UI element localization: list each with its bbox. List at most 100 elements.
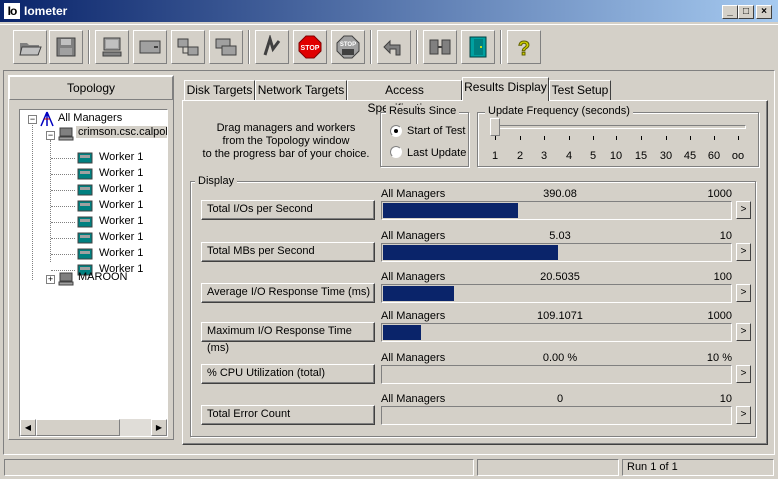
- topology-tree[interactable]: − All Managers − crimson.csc.calpol Work…: [19, 109, 168, 437]
- scroll-left-button[interactable]: ◀: [20, 419, 36, 436]
- result-range-button[interactable]: >: [736, 243, 751, 261]
- worker-disk-icon: [77, 168, 93, 180]
- frequency-tick-label[interactable]: 10: [606, 150, 626, 162]
- result-progress-bar: [381, 243, 732, 262]
- open-button[interactable]: [13, 30, 47, 64]
- result-range-button[interactable]: >: [736, 406, 751, 424]
- start-of-test-label[interactable]: Start of Test: [407, 125, 466, 137]
- stop-sign-icon: STOP: [298, 35, 322, 59]
- tab-test-setup[interactable]: Test Setup: [549, 80, 611, 100]
- help-button[interactable]: ?: [507, 30, 541, 64]
- result-metric-button[interactable]: % CPU Utilization (total): [201, 364, 375, 384]
- status-run: Run 1 of 1: [622, 459, 774, 476]
- svg-text:STOP: STOP: [301, 45, 320, 52]
- exit-button[interactable]: [461, 30, 495, 64]
- frequency-tick-label[interactable]: oo: [728, 150, 748, 162]
- result-progress-fill: [383, 245, 558, 260]
- close-button[interactable]: ×: [756, 5, 772, 19]
- disconnect-button[interactable]: [423, 30, 457, 64]
- new-network-worker-button[interactable]: [171, 30, 205, 64]
- frequency-tick-label[interactable]: 1: [485, 150, 505, 162]
- scroll-right-button[interactable]: ▶: [151, 419, 167, 436]
- window-title: Iometer: [24, 4, 68, 18]
- result-metric-button[interactable]: Total I/Os per Second: [201, 200, 375, 220]
- frequency-tick-label[interactable]: 4: [559, 150, 579, 162]
- start-of-test-radio[interactable]: [390, 125, 402, 137]
- frequency-tick-label[interactable]: 30: [656, 150, 676, 162]
- manager-expander[interactable]: +: [46, 275, 55, 284]
- frequency-tick-mark: [495, 136, 496, 140]
- result-metric-button[interactable]: Maximum I/O Response Time (ms): [201, 322, 375, 354]
- tree-item-worker[interactable]: Worker 1: [99, 231, 143, 243]
- tree-item-worker[interactable]: Worker 1: [99, 183, 143, 195]
- result-progress-bar: [381, 284, 732, 303]
- result-range-button[interactable]: >: [736, 201, 751, 219]
- frequency-tick-label[interactable]: 15: [631, 150, 651, 162]
- minimize-button[interactable]: _: [722, 5, 738, 19]
- scroll-thumb[interactable]: [36, 419, 120, 436]
- duplicate-icon: [215, 38, 237, 56]
- tree-item-worker[interactable]: Worker 1: [99, 199, 143, 211]
- frequency-tick-label[interactable]: 2: [510, 150, 530, 162]
- tree-item-worker[interactable]: Worker 1: [99, 247, 143, 259]
- save-button[interactable]: [49, 30, 83, 64]
- frequency-tick-label[interactable]: 60: [704, 150, 724, 162]
- tree-item-manager[interactable]: MAROON: [78, 271, 128, 283]
- horizontal-scrollbar[interactable]: ◀ ▶: [20, 419, 167, 436]
- frequency-slider-thumb[interactable]: [490, 118, 500, 136]
- svg-text:?: ?: [518, 38, 530, 59]
- reset-workers-button[interactable]: [377, 30, 411, 64]
- tree-item-worker[interactable]: Worker 1: [99, 151, 143, 163]
- tree-line: [32, 122, 33, 280]
- manager-expander[interactable]: −: [46, 131, 55, 140]
- result-max: 1000: [707, 188, 732, 200]
- network-worker-icon: [177, 38, 199, 56]
- frequency-tick-mark: [520, 136, 521, 140]
- tree-item-worker[interactable]: Worker 1: [99, 167, 143, 179]
- tab-disk-targets[interactable]: Disk Targets: [184, 80, 255, 100]
- frequency-tick-mark: [714, 136, 715, 140]
- new-manager-button[interactable]: [95, 30, 129, 64]
- result-source-label: All Managers: [381, 188, 446, 200]
- result-progress-fill: [383, 203, 518, 218]
- start-tests-button[interactable]: [255, 30, 289, 64]
- title-bar[interactable]: Io Iometer _ □ ×: [0, 0, 778, 22]
- frequency-tick-mark: [544, 136, 545, 140]
- stop-all-button[interactable]: STOP: [331, 30, 365, 64]
- frequency-tick-label[interactable]: 45: [680, 150, 700, 162]
- tree-item-worker[interactable]: Worker 1: [99, 215, 143, 227]
- tab-access-specifications[interactable]: Access Specifications: [347, 80, 462, 115]
- frequency-tick-label[interactable]: 5: [583, 150, 603, 162]
- result-progress-bar: [381, 323, 732, 342]
- stop-button[interactable]: STOP: [293, 30, 327, 64]
- tab-results-display[interactable]: Results Display: [462, 77, 549, 101]
- result-metric-button[interactable]: Total MBs per Second: [201, 242, 375, 262]
- status-cell-main: [4, 459, 474, 476]
- tab-network-targets[interactable]: Network Targets: [255, 80, 347, 100]
- all-managers-icon: [40, 111, 54, 127]
- result-range-button[interactable]: >: [736, 323, 751, 341]
- last-update-label[interactable]: Last Update: [407, 147, 466, 159]
- frequency-tick-label[interactable]: 3: [534, 150, 554, 162]
- worker-disk-icon: [77, 152, 93, 164]
- last-update-radio[interactable]: [390, 146, 402, 158]
- new-disk-worker-button[interactable]: [133, 30, 167, 64]
- tree-item-all-managers[interactable]: All Managers: [58, 112, 122, 124]
- result-range-button[interactable]: >: [736, 284, 751, 302]
- toolbar-separator: [500, 30, 502, 64]
- maximize-button[interactable]: □: [738, 5, 754, 19]
- result-metric-button[interactable]: Average I/O Response Time (ms): [201, 283, 375, 303]
- result-source-label: All Managers: [381, 352, 446, 364]
- root-expander[interactable]: −: [28, 115, 37, 124]
- tree-item-manager[interactable]: crimson.csc.calpol: [76, 126, 167, 138]
- toolbar-separator: [248, 30, 250, 64]
- result-source-label: All Managers: [381, 310, 446, 322]
- toolbar-divider: [0, 24, 778, 25]
- duplicate-worker-button[interactable]: [209, 30, 243, 64]
- result-metric-button[interactable]: Total Error Count: [201, 405, 375, 425]
- frequency-slider-track[interactable]: [492, 125, 746, 129]
- result-range-button[interactable]: >: [736, 365, 751, 383]
- display-title: Display: [195, 175, 238, 187]
- status-cell-middle: [477, 459, 619, 476]
- result-progress-fill: [383, 286, 454, 301]
